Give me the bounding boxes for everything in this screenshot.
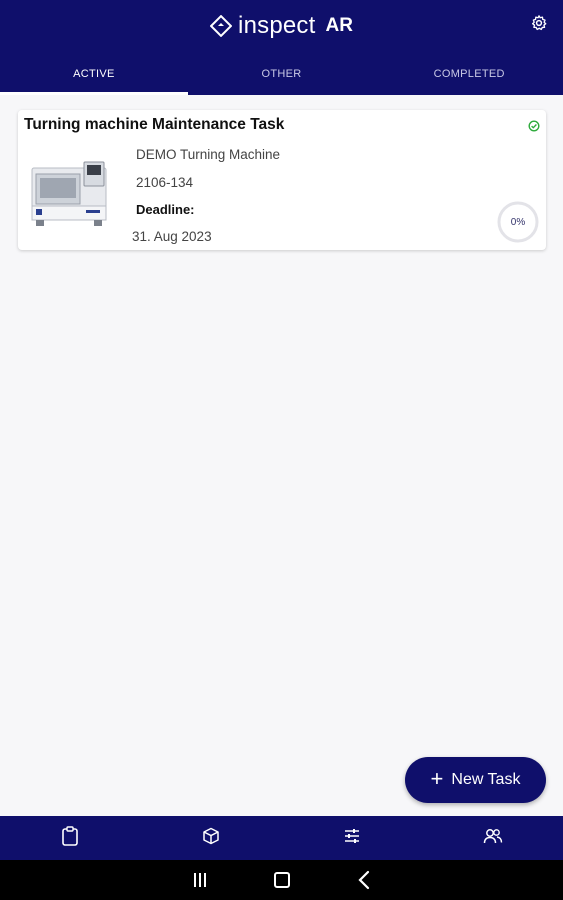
app-title-bold: AR	[325, 15, 353, 36]
diamond-logo-icon	[210, 15, 233, 37]
sliders-icon	[343, 828, 361, 849]
system-nav-bar	[0, 860, 563, 900]
cube-icon	[202, 827, 220, 850]
new-task-label: New Task	[451, 771, 521, 788]
bottom-nav	[0, 816, 563, 860]
task-id: 2106-134	[136, 175, 194, 190]
deadline-label: Deadline:	[136, 202, 195, 217]
machine-name: DEMO Turning Machine	[136, 147, 281, 162]
back-icon[interactable]	[352, 868, 376, 892]
plus-icon: +	[430, 766, 444, 791]
nav-settings[interactable]	[282, 816, 423, 860]
app-header: inspect AR ACTIVE OTHER COMPLETED	[0, 0, 563, 95]
nav-models[interactable]	[141, 816, 282, 860]
new-task-button[interactable]: + New Task	[405, 757, 546, 803]
deadline-value: 31. Aug 2023	[132, 229, 212, 244]
nav-users[interactable]	[422, 816, 563, 860]
turning-machine-thumbnail	[26, 154, 112, 230]
task-title: Turning machine Maintenance Task	[24, 116, 285, 133]
tab-bar: ACTIVE OTHER COMPLETED	[0, 52, 563, 95]
home-icon[interactable]	[270, 868, 294, 892]
tab-other[interactable]: OTHER	[188, 52, 376, 95]
task-card[interactable]: Turning machine Maintenance Task DEMO Tu…	[18, 110, 546, 250]
app-brand: inspect AR	[0, 10, 563, 42]
tab-active[interactable]: ACTIVE	[0, 52, 188, 95]
users-icon	[483, 827, 503, 850]
nav-tasks[interactable]	[0, 816, 141, 860]
gear-icon[interactable]	[529, 13, 549, 33]
progress-ring: 0%	[496, 200, 540, 244]
tab-completed[interactable]: COMPLETED	[375, 52, 563, 95]
app-title-light: inspect	[238, 12, 316, 39]
recent-apps-icon[interactable]	[188, 868, 212, 892]
progress-percent: 0%	[510, 216, 526, 228]
check-circle-icon	[528, 119, 540, 132]
clipboard-icon	[61, 825, 79, 851]
